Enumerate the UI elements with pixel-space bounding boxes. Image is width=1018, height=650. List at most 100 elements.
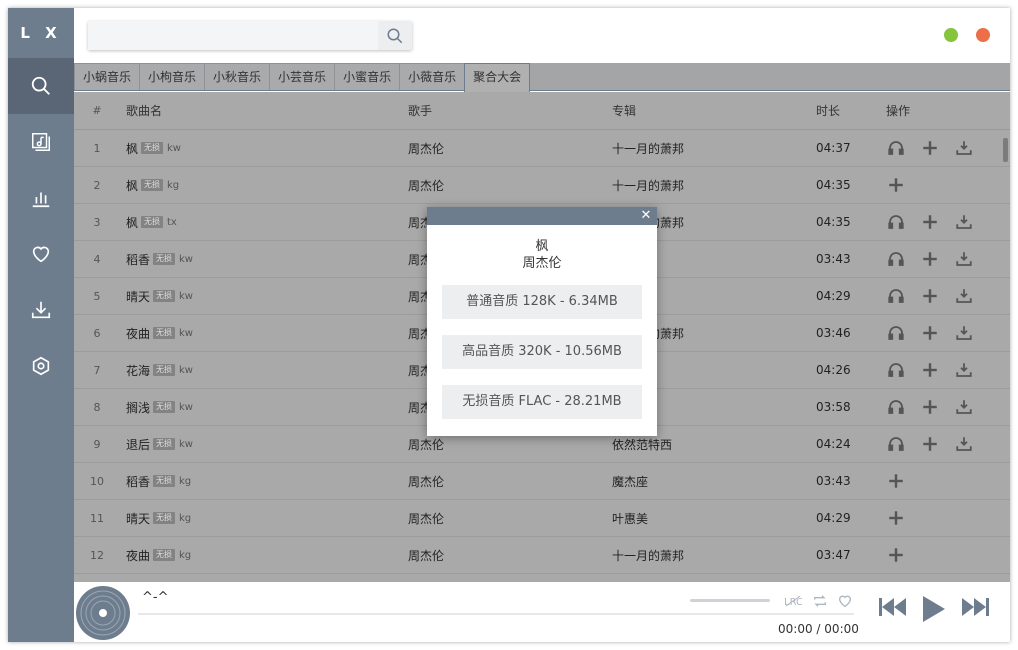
song-title: 枫: [126, 141, 139, 156]
tab-source-5[interactable]: 小蜜音乐: [334, 63, 401, 90]
nav-favorites[interactable]: [8, 226, 74, 282]
quality-lossless-button[interactable]: 无损音质 FLAC - 28.21MB: [442, 385, 642, 419]
prev-button[interactable]: [878, 596, 908, 618]
repeat-button[interactable]: [811, 592, 829, 610]
row-song-name: 搁浅 无损 kw: [120, 399, 402, 416]
download-icon: [31, 301, 51, 319]
music-list-icon: [32, 133, 50, 151]
add-icon[interactable]: [886, 175, 906, 195]
song-title: 晴天: [126, 511, 151, 526]
row-song-name: 枫无损 kw: [120, 140, 402, 157]
listen-icon[interactable]: [886, 249, 906, 269]
listen-icon[interactable]: [886, 286, 906, 306]
lossless-badge: 无损: [153, 327, 176, 339]
quality-high-button[interactable]: 高品音质 320K - 10.56MB: [442, 335, 642, 369]
time-separator: /: [816, 622, 821, 636]
listen-icon[interactable]: [886, 360, 906, 380]
prev-icon: [879, 598, 906, 616]
row-index: 9: [93, 437, 101, 451]
row-index: 10: [90, 474, 104, 488]
table-scrollbar[interactable]: [1003, 138, 1008, 162]
row-actions: [878, 471, 998, 491]
nav-leaderboard[interactable]: [8, 170, 74, 226]
download-icon[interactable]: [954, 138, 974, 158]
next-button[interactable]: [960, 596, 990, 618]
add-icon[interactable]: [920, 212, 940, 232]
download-icon[interactable]: [954, 249, 974, 269]
song-title: 退后: [126, 437, 151, 452]
add-icon[interactable]: [920, 434, 940, 454]
nav-download[interactable]: [8, 282, 74, 338]
tab-source-4[interactable]: 小芸音乐: [269, 63, 336, 90]
download-icon[interactable]: [954, 397, 974, 417]
volume-slider[interactable]: [690, 599, 770, 602]
bar-chart-icon: [32, 192, 50, 208]
add-icon[interactable]: [920, 249, 940, 269]
search-input[interactable]: [88, 21, 378, 50]
download-icon[interactable]: [954, 434, 974, 454]
listen-icon[interactable]: [886, 323, 906, 343]
row-album: 十一月的萧邦: [612, 141, 685, 156]
row-album: 依然范特西: [612, 437, 673, 452]
table-row[interactable]: 10 稻香 无损 kg 周杰伦 魔杰座 03:43: [74, 463, 1010, 500]
add-icon[interactable]: [886, 545, 906, 565]
download-icon[interactable]: [954, 286, 974, 306]
lyrics-toggle[interactable]: LRC: [784, 592, 802, 610]
row-album: 魔杰座: [612, 474, 649, 489]
row-duration: 04:26: [816, 363, 851, 377]
download-icon[interactable]: [954, 360, 974, 380]
lossless-badge: 无损: [153, 253, 176, 265]
nav-search[interactable]: [8, 58, 74, 114]
source-tag: kw: [179, 438, 193, 450]
song-title: 搁浅: [126, 400, 151, 415]
nav-songlist[interactable]: [8, 114, 74, 170]
add-icon[interactable]: [920, 138, 940, 158]
play-button[interactable]: [922, 596, 946, 622]
search-button[interactable]: [378, 21, 412, 50]
add-icon[interactable]: [920, 397, 940, 417]
row-actions: [878, 286, 998, 306]
header-duration: 时长: [816, 104, 841, 118]
favorite-toggle[interactable]: [836, 592, 854, 610]
tab-source-2[interactable]: 小枸音乐: [139, 63, 206, 90]
add-icon[interactable]: [920, 360, 940, 380]
row-album: 十一月的萧邦: [612, 178, 685, 193]
lossless-badge: 无损: [153, 512, 176, 524]
listen-icon[interactable]: [886, 397, 906, 417]
row-duration: 03:43: [816, 474, 851, 488]
listen-icon[interactable]: [886, 434, 906, 454]
tab-source-6[interactable]: 小薇音乐: [399, 63, 466, 90]
download-icon[interactable]: [954, 212, 974, 232]
table-row[interactable]: 12 夜曲 无损 kg 周杰伦 十一月的萧邦 03:47: [74, 537, 1010, 574]
song-title: 花海: [126, 363, 151, 378]
tab-source-1[interactable]: 小蜗音乐: [74, 63, 141, 90]
table-row[interactable]: 1 枫无损 kw 周杰伦 十一月的萧邦 04:37: [74, 130, 1010, 167]
lossless-badge: 无损: [153, 438, 176, 450]
source-tag: kw: [167, 142, 181, 154]
tab-aggregate[interactable]: 聚合大会: [464, 63, 531, 92]
listen-icon[interactable]: [886, 138, 906, 158]
listen-icon[interactable]: [886, 212, 906, 232]
close-button[interactable]: [976, 28, 990, 42]
nav-settings[interactable]: [8, 338, 74, 394]
progress-bar[interactable]: [138, 613, 854, 615]
table-row[interactable]: 2 枫无损 kg 周杰伦 十一月的萧邦 04:35: [74, 167, 1010, 204]
row-duration: 03:47: [816, 548, 851, 562]
row-duration: 03:43: [816, 252, 851, 266]
song-title: 夜曲: [126, 326, 151, 341]
quality-standard-button[interactable]: 普通音质 128K - 6.34MB: [442, 285, 642, 319]
heart-plus-icon: [838, 595, 852, 608]
add-icon[interactable]: [920, 323, 940, 343]
row-index: 4: [93, 252, 101, 266]
add-icon[interactable]: [886, 508, 906, 528]
download-icon[interactable]: [954, 323, 974, 343]
table-row[interactable]: 11 晴天 无损 kg 周杰伦 叶惠美 04:29: [74, 500, 1010, 537]
album-disc-icon[interactable]: [76, 586, 130, 640]
minimize-button[interactable]: [944, 28, 958, 42]
add-icon[interactable]: [886, 471, 906, 491]
lossless-badge: 无损: [153, 364, 176, 376]
add-icon[interactable]: [920, 286, 940, 306]
dialog-close-button[interactable]: ✕: [639, 207, 653, 225]
tab-source-3[interactable]: 小秋音乐: [204, 63, 271, 90]
dialog-titlebar: ✕: [427, 207, 657, 225]
